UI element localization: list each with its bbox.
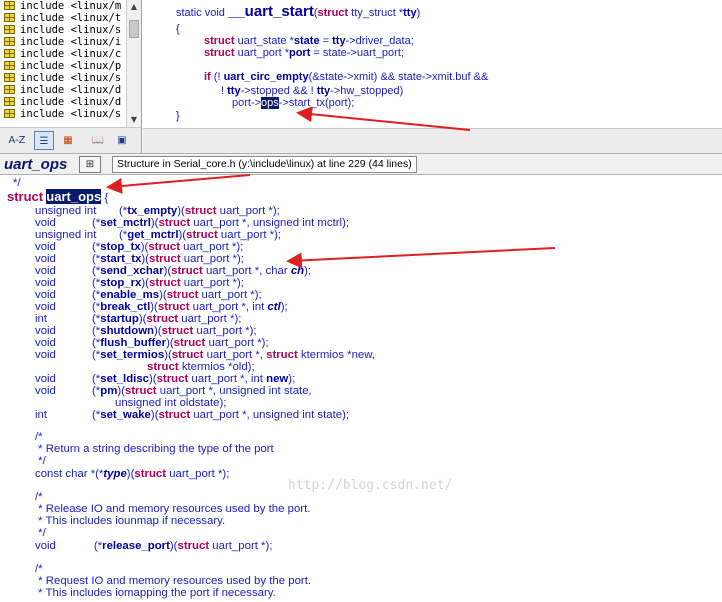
symbol-list-item[interactable]: include <linux/m <box>0 0 126 12</box>
symbol-list-item-label: include <linux/i <box>20 36 122 48</box>
include-icon <box>4 73 15 82</box>
struct-member: unsigned int (*tx_empty)(struct uart_port… <box>35 205 280 217</box>
scroll-down-icon[interactable]: ▼ <box>127 113 141 127</box>
scroll-thumb[interactable] <box>129 20 139 38</box>
sort-az-label: A-Z <box>8 135 26 146</box>
symbol-list-item[interactable]: include <linux/s <box>0 108 126 120</box>
release-port-member: void (*release_port)(struct uart_port *); <box>35 540 273 552</box>
symbol-list-item[interactable]: include <linux/c <box>0 48 126 60</box>
type-member: const char *(*type)(struct uart_port *); <box>35 468 230 480</box>
symbol-list-item-label: include <linux/s <box>20 108 122 120</box>
scroll-up-icon[interactable]: ▲ <box>127 0 141 14</box>
include-icon <box>4 97 15 106</box>
code-preview[interactable]: static void __uart_start(struct tty_stru… <box>143 0 722 128</box>
symbol-rows: include <linux/m include <linux/t include … <box>0 0 126 120</box>
symbol-list[interactable]: include <linux/m include <linux/t include … <box>0 0 142 127</box>
struct-member: void (*break_ctl)(struct uart_port *, int… <box>35 301 288 313</box>
symbol-list-item-label: include <linux/t <box>20 12 122 24</box>
preview-line-6: ! tty->stopped && ! tty->hw_stopped) <box>221 85 404 97</box>
symbol-list-item[interactable]: include <linux/t <box>0 12 126 24</box>
preview-line-4: struct uart_port *port = state->uart_por… <box>204 47 404 59</box>
include-icon <box>4 13 15 22</box>
comment3-line3: * This includes iomapping the port if ne… <box>35 587 276 599</box>
watermark: http://blog.csdn.net/ <box>288 478 453 493</box>
include-icon <box>4 25 15 34</box>
struct-name-highlight[interactable]: uart_ops <box>46 189 102 204</box>
include-icon <box>4 37 15 46</box>
struct-member: void (*pm)(struct uart_port *, unsigned i… <box>35 385 312 397</box>
symbol-list-item-label: include <linux/s <box>20 24 122 36</box>
comment3-line1: /* <box>35 563 43 575</box>
comment2-line1: /* <box>35 491 43 503</box>
include-icon <box>4 1 15 10</box>
comment2-line4: */ <box>35 527 46 539</box>
symbol-list-item-label: include <linux/d <box>20 96 122 108</box>
symbol-list-item-label: include <linux/m <box>20 0 122 12</box>
context-bar: uart_ops ⊞ Structure in Serial_core.h (y… <box>0 153 722 175</box>
symbol-list-item[interactable]: include <linux/d <box>0 84 126 96</box>
comment1-line3: */ <box>35 455 46 467</box>
symbol-list-scrollbar[interactable]: ▲ ▼ <box>126 0 141 127</box>
comment1-line1: /* <box>35 431 43 443</box>
preview-bottom-bar <box>143 128 722 153</box>
struct-member: int (*set_wake)(struct uart_port *, unsig… <box>35 409 350 421</box>
struct-declaration: struct uart_ops { <box>7 189 109 204</box>
include-icon <box>4 61 15 70</box>
symbol-list-item-label: include <linux/c <box>20 48 122 60</box>
context-symbol-title: uart_ops <box>4 156 68 173</box>
preview-line-7: port->ops->start_tx(port); <box>232 97 355 109</box>
browse-icon[interactable]: ▣ <box>112 131 132 150</box>
struct-member: void (*stop_rx)(struct uart_port *); <box>35 277 244 289</box>
symbol-list-item[interactable]: include <linux/i <box>0 36 126 48</box>
include-icon <box>4 85 15 94</box>
struct-member: void (*set_ldisc)(struct uart_port *, int… <box>35 373 296 385</box>
function-name[interactable]: __uart_start <box>228 3 314 20</box>
comment3-line2: * Request IO and memory resources used b… <box>35 575 312 587</box>
preview-line-2: { <box>176 23 180 35</box>
code-editor[interactable]: */ struct uart_ops { unsigned int (*tx_em… <box>0 175 722 602</box>
struct-member: void (*shutdown)(struct uart_port *); <box>35 325 257 337</box>
struct-member: unsigned int oldstate); <box>115 397 227 409</box>
struct-member: struct ktermios *old); <box>147 361 255 373</box>
preview-line-8: } <box>176 110 180 122</box>
structure-icon[interactable]: ⊞ <box>79 156 101 173</box>
preview-line-3: struct uart_state *state = tty->driver_d… <box>204 35 414 47</box>
symbol-list-item[interactable]: include <linux/p <box>0 60 126 72</box>
struct-member: int (*startup)(struct uart_port *); <box>35 313 242 325</box>
struct-member: void (*set_mctrl)(struct uart_port *, uns… <box>35 217 350 229</box>
struct-member: void (*start_tx)(struct uart_port *); <box>35 253 244 265</box>
book-icon[interactable]: 📖 <box>88 131 108 150</box>
preview-line-5: if (! uart_circ_empty(&state->xmit) && s… <box>204 71 489 83</box>
list-view-icon[interactable]: ☰ <box>34 131 54 150</box>
context-info: Structure in Serial_core.h (y:\include\l… <box>112 156 417 173</box>
symbol-list-item-label: include <linux/s <box>20 72 122 84</box>
symbol-toolbar: A-Z ☰ ▦ 📖 ▣ <box>0 127 142 153</box>
comment1-line2: * Return a string describing the type of… <box>35 443 274 455</box>
symbol-list-item[interactable]: include <linux/d <box>0 96 126 108</box>
comment2-line2: * Release IO and memory resources used b… <box>35 503 311 515</box>
struct-member: unsigned int (*get_mctrl)(struct uart_por… <box>35 229 282 241</box>
symbol-list-item-label: include <linux/d <box>20 84 122 96</box>
symbol-list-item-label: include <linux/p <box>20 60 122 72</box>
include-icon <box>4 109 15 118</box>
symbol-list-item[interactable]: include <linux/s <box>0 72 126 84</box>
comment2-line3: * This includes iounmap if necessary. <box>35 515 226 527</box>
struct-member: void (*enable_ms)(struct uart_port *); <box>35 289 262 301</box>
category-view-icon[interactable]: ▦ <box>58 131 78 150</box>
include-icon <box>4 49 15 58</box>
selected-word-ops[interactable]: ops <box>261 97 279 109</box>
sort-az-button[interactable]: A-Z <box>4 131 30 150</box>
preview-line-1: static void __uart_start(struct tty_stru… <box>176 3 421 20</box>
comment-end: */ <box>13 177 21 189</box>
struct-member: void (*stop_tx)(struct uart_port *); <box>35 241 244 253</box>
struct-member: void (*flush_buffer)(struct uart_port *); <box>35 337 269 349</box>
struct-member: void (*send_xchar)(struct uart_port *, ch… <box>35 265 312 277</box>
symbol-list-item[interactable]: include <linux/s <box>0 24 126 36</box>
struct-member: void (*set_termios)(struct uart_port *, s… <box>35 349 376 361</box>
